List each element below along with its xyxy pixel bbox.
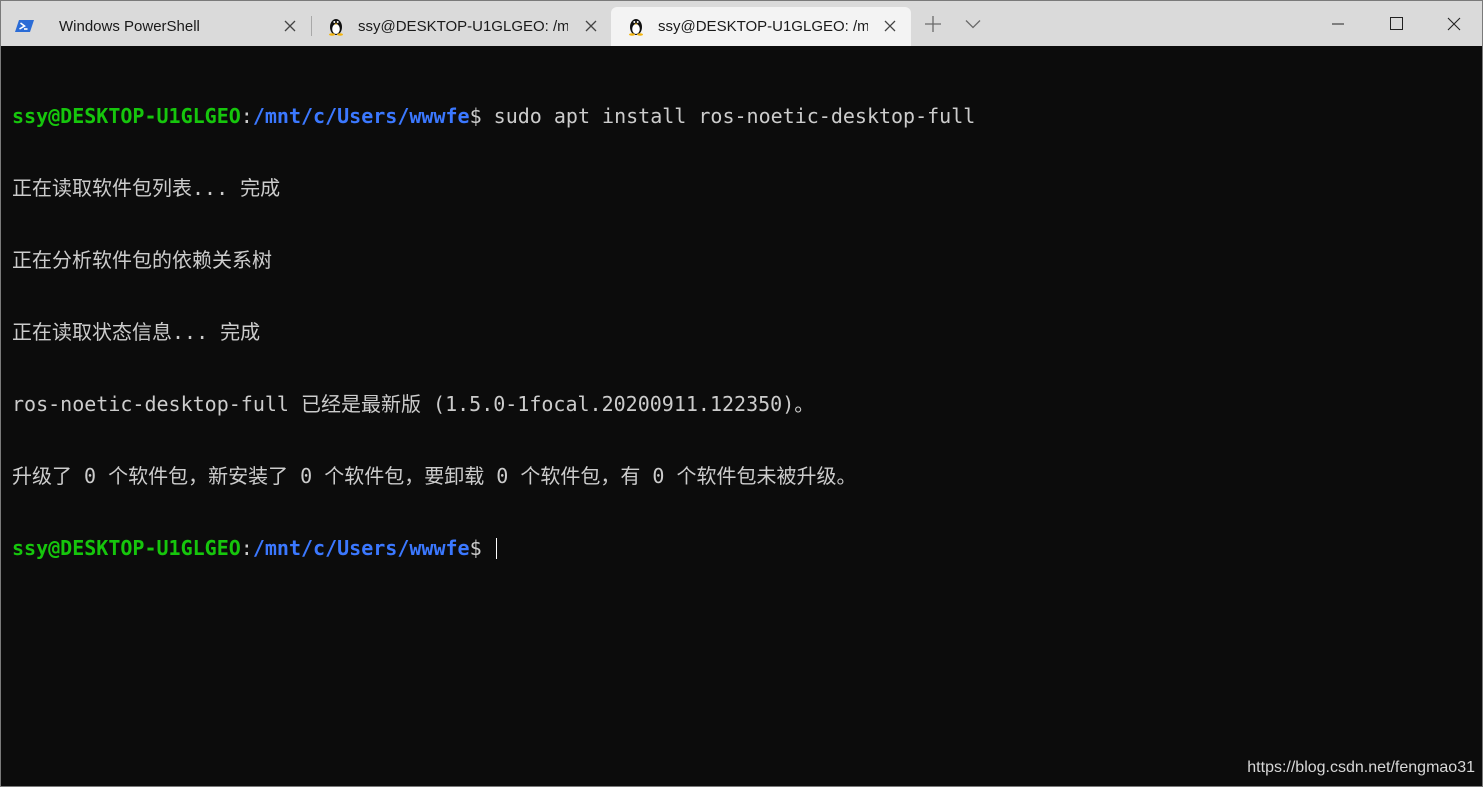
close-icon[interactable] [283,19,297,33]
output-line: 正在读取状态信息... 完成 [12,320,261,344]
linux-penguin-icon [629,19,643,36]
powershell-icon [15,20,34,32]
title-bar: Windows PowerShell ssy@DESKTOP-U1GLGEO: … [1,1,1482,46]
minimize-button[interactable] [1315,1,1361,46]
output-line: 正在读取软件包列表... 完成 [12,176,281,200]
tab-title: ssy@DESKTOP-U1GLGEO: /mnt/ [658,18,868,35]
terminal-output[interactable]: ssy@DESKTOP-U1GLGEO:/mnt/c/Users/wwwfe$ … [12,56,1482,608]
minimize-icon [1332,23,1344,24]
prompt-separator: : [240,536,253,560]
new-tab-button[interactable] [911,1,955,46]
tab-ssy-2-active[interactable]: ssy@DESKTOP-U1GLGEO: /mnt/ [611,7,911,46]
tab-ssy-1[interactable]: ssy@DESKTOP-U1GLGEO: /mnt/ [312,7,610,46]
tab-title: ssy@DESKTOP-U1GLGEO: /mnt/ [358,18,568,35]
tab-dropdown-button[interactable] [955,1,991,46]
close-icon[interactable] [584,19,598,33]
prompt-symbol: $ [469,104,482,128]
close-window-button[interactable] [1431,1,1477,46]
output-line: 升级了 0 个软件包，新安装了 0 个软件包，要卸载 0 个软件包，有 0 个软… [12,464,857,488]
prompt-separator: : [240,104,253,128]
text-cursor [495,538,497,559]
tab-windows-powershell[interactable]: Windows PowerShell [1,7,311,46]
current-prompt-line: ssy@DESKTOP-U1GLGEO:/mnt/c/Users/wwwfe$ [12,536,1482,560]
output-line: 正在分析软件包的依赖关系树 [12,248,272,272]
tab-title: Windows PowerShell [59,18,200,35]
terminal-window: Windows PowerShell ssy@DESKTOP-U1GLGEO: … [0,0,1483,787]
command-text: sudo apt install ros-noetic-desktop-full [481,104,976,128]
command-line: ssy@DESKTOP-U1GLGEO:/mnt/c/Users/wwwfe$ … [12,104,1482,128]
prompt-path: /mnt/c/Users/wwwfe [252,536,470,560]
output-line: ros-noetic-desktop-full 已经是最新版 (1.5.0-1f… [12,392,815,416]
close-icon[interactable] [883,19,897,33]
watermark: https://blog.csdn.net/fengmao31 [1247,759,1475,776]
plus-icon [925,15,941,32]
prompt-user: ssy@DESKTOP-U1GLGEO [12,536,241,560]
prompt-symbol: $ [469,536,482,560]
current-input[interactable] [482,536,494,560]
prompt-user: ssy@DESKTOP-U1GLGEO [12,104,241,128]
chevron-down-icon [965,19,981,28]
maximize-icon [1389,17,1403,30]
maximize-button[interactable] [1373,1,1419,46]
linux-penguin-icon [329,19,343,36]
close-icon [1447,17,1461,30]
prompt-path: /mnt/c/Users/wwwfe [252,104,470,128]
